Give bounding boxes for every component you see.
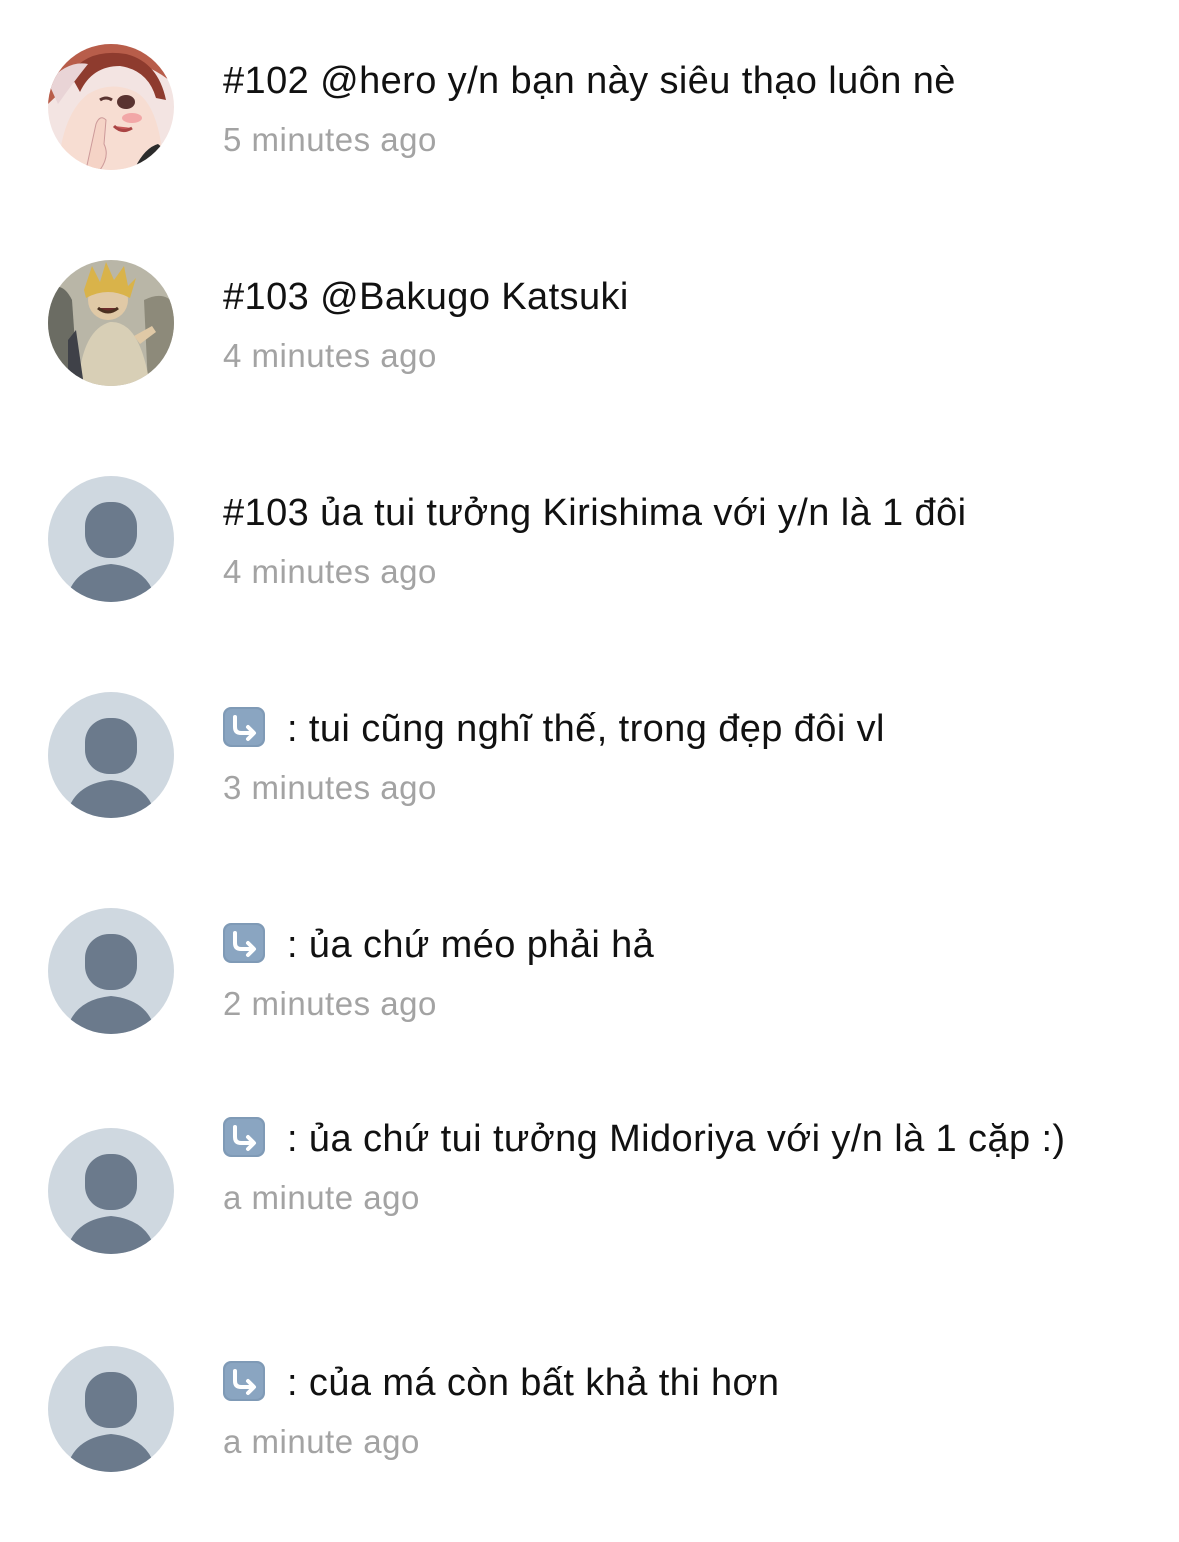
comment-text: #102 @hero y/n bạn này siêu thạo luôn nè (223, 60, 956, 102)
reply-line: : ủa chứ tui tưởng Midoriya với y/n là 1… (223, 1116, 1103, 1162)
avatar[interactable] (48, 1346, 174, 1472)
avatar[interactable] (48, 1128, 174, 1254)
reply-arrow-icon (223, 1361, 265, 1401)
comment-text: : tui cũng nghĩ thế, trong đẹp đôi vl (287, 708, 885, 750)
comment-timestamp: 5 minutes ago (223, 121, 437, 158)
avatar[interactable] (48, 476, 174, 602)
reply-arrow-icon (223, 707, 265, 747)
avatar[interactable] (48, 692, 174, 818)
comment-text: : của má còn bất khả thi hơn (287, 1362, 780, 1404)
avatar[interactable] (48, 44, 174, 170)
default-user-avatar-icon (48, 1346, 174, 1472)
avatar[interactable] (48, 260, 174, 386)
avatar[interactable] (48, 908, 174, 1034)
reply-line: : ủa chứ méo phải hả (223, 922, 1103, 968)
reply-line: : tui cũng nghĩ thế, trong đẹp đôi vl (223, 706, 1103, 752)
comment-timestamp: 3 minutes ago (223, 769, 437, 806)
comment-text: #103 @Bakugo Katsuki (223, 276, 629, 318)
anime-boy-avatar-icon (48, 260, 174, 386)
default-user-avatar-icon (48, 908, 174, 1034)
comment-timestamp: 2 minutes ago (223, 985, 437, 1022)
anime-girl-avatar-icon (48, 44, 174, 170)
reply-arrow-icon (223, 1117, 265, 1157)
comment-timestamp: 4 minutes ago (223, 553, 437, 590)
default-user-avatar-icon (48, 1128, 174, 1254)
comment-text: #103 ủa tui tưởng Kirishima với y/n là 1… (223, 492, 967, 534)
default-user-avatar-icon (48, 476, 174, 602)
comment-timestamp: a minute ago (223, 1423, 420, 1460)
default-user-avatar-icon (48, 692, 174, 818)
comment-feed: #102 @hero y/n bạn này siêu thạo luôn nè… (0, 0, 1179, 1542)
comment-text: : ủa chứ tui tưởng Midoriya với y/n là 1… (287, 1118, 1066, 1160)
comment-timestamp: a minute ago (223, 1179, 420, 1216)
reply-arrow-icon (223, 923, 265, 963)
comment-text: : ủa chứ méo phải hả (287, 924, 655, 966)
comment-timestamp: 4 minutes ago (223, 337, 437, 374)
reply-line: : của má còn bất khả thi hơn (223, 1360, 1103, 1406)
